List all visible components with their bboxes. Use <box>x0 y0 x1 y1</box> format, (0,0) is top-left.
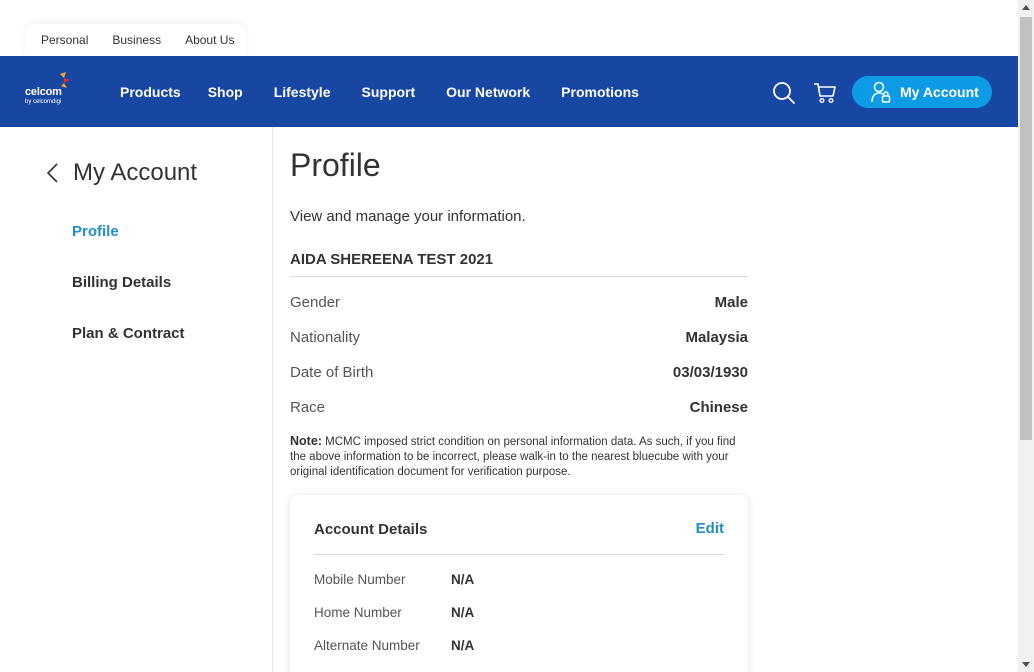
main-navbar: celcom by celcomdigi Products Shop Lifes… <box>0 56 1018 127</box>
card-divider <box>314 554 724 555</box>
detail-row-mobile: Mobile Number N/A <box>314 572 474 587</box>
page-title: Profile <box>290 147 381 183</box>
detail-label: Mobile Number <box>314 572 406 587</box>
edit-button[interactable]: Edit <box>696 520 724 537</box>
sidebar-item-plan-contract[interactable]: Plan & Contract <box>72 325 185 342</box>
segment-tabs: Personal Business About Us <box>25 24 246 56</box>
info-row-race: Race Chinese <box>290 399 748 416</box>
segment-about-us[interactable]: About Us <box>185 33 234 47</box>
detail-value: N/A <box>451 572 475 587</box>
my-account-button[interactable]: My Account <box>852 76 992 108</box>
detail-row-home: Home Number N/A <box>314 605 474 620</box>
nav-shop[interactable]: Shop <box>208 84 243 100</box>
info-label: Nationality <box>290 329 361 346</box>
celcom-logo[interactable]: celcom by celcomdigi <box>25 72 73 108</box>
segment-personal[interactable]: Personal <box>41 33 88 47</box>
scrollbar-thumb[interactable] <box>1020 17 1032 440</box>
detail-label: Home Number <box>314 605 402 620</box>
cart-icon[interactable] <box>813 82 837 109</box>
info-value: Chinese <box>689 399 748 416</box>
chevron-left-icon <box>46 163 58 183</box>
nav-products[interactable]: Products <box>120 84 181 100</box>
detail-value: N/A <box>451 605 475 620</box>
info-label: Gender <box>290 294 341 311</box>
card-title: Account Details <box>314 521 428 538</box>
nav-links: Products Shop Lifestyle Support Our Netw… <box>120 56 639 127</box>
verification-note: Note: MCMC imposed strict condition on p… <box>290 434 748 480</box>
detail-row-alternate: Alternate Number N/A <box>314 638 474 653</box>
nav-our-network[interactable]: Our Network <box>446 84 530 100</box>
detail-label: Alternate Number <box>314 638 420 653</box>
info-row-gender: Gender Male <box>290 294 748 311</box>
nav-support[interactable]: Support <box>362 84 416 100</box>
account-details-card: Account Details Edit Mobile Number N/A H… <box>290 495 748 672</box>
note-label: Note: <box>290 434 322 448</box>
my-account-label: My Account <box>900 84 979 100</box>
sidebar-title: My Account <box>73 159 198 186</box>
account-holder-name: AIDA SHEREENA TEST 2021 <box>290 251 494 268</box>
note-text: MCMC imposed strict condition on persona… <box>290 436 736 478</box>
account-sidebar: My Account Profile Billing Details Plan … <box>0 127 273 672</box>
brand-by: by celcomdigi <box>25 99 62 105</box>
sidebar-item-billing-details[interactable]: Billing Details <box>72 274 171 291</box>
detail-value: N/A <box>451 638 475 653</box>
scroll-up-icon[interactable] <box>1022 5 1030 10</box>
info-label: Race <box>290 399 326 416</box>
divider <box>290 276 748 277</box>
back-to-account[interactable]: My Account <box>45 159 197 187</box>
search-icon[interactable] <box>772 81 796 110</box>
nav-promotions[interactable]: Promotions <box>561 84 639 100</box>
info-row-nationality: Nationality Malaysia <box>290 329 748 346</box>
sidebar-item-profile[interactable]: Profile <box>72 223 119 240</box>
nav-lifestyle[interactable]: Lifestyle <box>274 84 331 100</box>
user-lock-icon <box>871 81 891 103</box>
segment-business[interactable]: Business <box>112 33 161 47</box>
page-subtitle: View and manage your information. <box>290 208 526 225</box>
scroll-down-icon[interactable] <box>1022 662 1030 667</box>
info-label: Date of Birth <box>290 364 374 381</box>
info-value: Malaysia <box>685 329 748 346</box>
info-value: 03/03/1930 <box>672 364 748 381</box>
info-row-date-of-birth: Date of Birth 03/03/1930 <box>290 364 748 381</box>
info-value: Male <box>714 294 748 311</box>
brand-name: celcom <box>25 86 62 98</box>
page-scrollbar[interactable] <box>1018 0 1034 672</box>
